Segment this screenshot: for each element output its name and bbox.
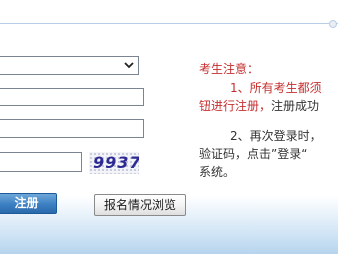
browse-registration-button[interactable]: 报名情况浏览 (94, 194, 186, 216)
divider-knob (329, 20, 337, 28)
password-input[interactable] (0, 119, 144, 138)
notice-item1-line1: 1、所有考生都须 (230, 81, 322, 95)
chevron-down-icon (124, 62, 134, 69)
username-input[interactable] (0, 88, 144, 106)
category-select[interactable] (0, 56, 139, 75)
notice-title: 考生注意： (199, 62, 260, 76)
captcha-code: 9937 (93, 153, 139, 172)
captcha-input[interactable] (0, 152, 82, 172)
register-button[interactable]: 注册 (0, 193, 57, 214)
notice-item1-line2: 钮进行注册，注册成功 (199, 97, 319, 115)
notice-item2-line3: 系统。 (199, 165, 236, 179)
notice-item2-line1: 2、再次登录时， (230, 129, 322, 143)
notice-item2-line2: 验证码，点击”登录“ (199, 147, 308, 161)
captcha-image[interactable]: 9937 (89, 152, 139, 174)
notice-item1-line2-red: 钮进行注册， (199, 99, 272, 113)
top-divider (0, 20, 338, 28)
notice-item1-line2-dark: 注册成功 (271, 99, 320, 113)
